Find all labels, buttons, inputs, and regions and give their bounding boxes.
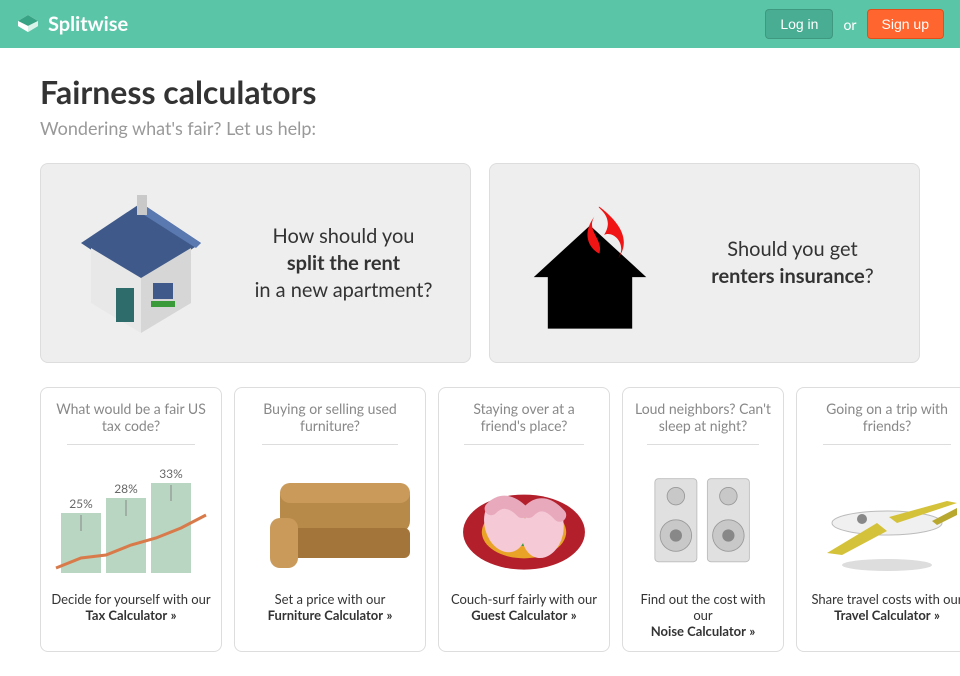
- speakers-icon: [633, 453, 773, 583]
- furniture-cta: Set a price with our Furniture Calculato…: [268, 591, 393, 623]
- guest-question: Staying over at a friend's place?: [449, 400, 599, 436]
- travel-cta: Share travel costs with our Travel Calcu…: [811, 591, 960, 623]
- house-fire-icon: [510, 183, 670, 343]
- tax-question: What would be a fair US tax code?: [51, 400, 211, 436]
- rent-bold: split the rent: [287, 251, 400, 275]
- guest-calculator-card[interactable]: Staying over at a friend's place? Couch-…: [438, 387, 610, 652]
- insurance-line1: Should you get: [727, 237, 857, 261]
- main-container: Fairness calculators Wondering what's fa…: [20, 48, 940, 676]
- house-icon: [61, 183, 221, 343]
- couch-icon: [245, 453, 415, 583]
- noise-lead: Find out the cost with our: [640, 591, 765, 623]
- rent-line3: in a new apartment?: [255, 278, 433, 302]
- furniture-calculator-card[interactable]: Buying or selling used furniture? Set a …: [234, 387, 426, 652]
- guest-arrow: »: [571, 607, 577, 623]
- page-subtitle: Wondering what's fair? Let us help:: [40, 117, 920, 139]
- noise-calculator-card[interactable]: Loud neighbors? Can't sleep at night? Fi…: [622, 387, 784, 652]
- noise-cta: Find out the cost with our Noise Calcula…: [633, 591, 773, 639]
- or-text: or: [843, 16, 856, 33]
- furniture-lead: Set a price with our: [275, 591, 386, 607]
- tax-lead: Decide for yourself with our: [51, 591, 210, 607]
- travel-question: Going on a trip with friends?: [807, 400, 960, 436]
- travel-calculator-card[interactable]: Going on a trip with friends? Share trav…: [796, 387, 960, 652]
- svg-text:28%: 28%: [114, 481, 138, 496]
- small-card-row: What would be a fair US tax code? 25% 28…: [40, 387, 920, 652]
- plane-icon: [807, 453, 960, 583]
- noise-name: Noise Calculator: [651, 623, 746, 639]
- big-card-row: How should you split the rent in a new a…: [40, 163, 920, 363]
- tax-name: Tax Calculator: [85, 607, 167, 623]
- guest-lead: Couch-surf fairly with our: [451, 591, 597, 607]
- login-button[interactable]: Log in: [765, 9, 833, 39]
- logo-icon: [16, 12, 40, 36]
- noise-arrow: »: [749, 623, 755, 639]
- rent-line1: How should you: [273, 224, 415, 248]
- tax-chart-icon: 25% 28% 33%: [51, 453, 211, 583]
- tax-cta: Decide for yourself with our Tax Calcula…: [51, 591, 210, 623]
- insurance-q: ?: [865, 264, 874, 288]
- topbar: Splitwise Log in or Sign up: [0, 0, 960, 48]
- tax-arrow: »: [171, 607, 177, 623]
- guest-name: Guest Calculator: [471, 607, 567, 623]
- brand[interactable]: Splitwise: [16, 12, 128, 36]
- travel-name: Travel Calculator: [834, 607, 931, 623]
- signup-button[interactable]: Sign up: [867, 9, 944, 39]
- page-title: Fairness calculators: [40, 72, 920, 111]
- travel-arrow: »: [934, 607, 940, 623]
- travel-lead: Share travel costs with our: [811, 591, 960, 607]
- brand-text: Splitwise: [48, 12, 128, 36]
- noise-question: Loud neighbors? Can't sleep at night?: [633, 400, 773, 436]
- rent-calculator-card[interactable]: How should you split the rent in a new a…: [40, 163, 471, 363]
- renters-insurance-card[interactable]: Should you get renters insurance?: [489, 163, 920, 363]
- furniture-question: Buying or selling used furniture?: [245, 400, 415, 436]
- rent-card-text: How should you split the rent in a new a…: [237, 223, 450, 304]
- furniture-name: Furniture Calculator: [268, 607, 384, 623]
- svg-text:25%: 25%: [69, 496, 93, 511]
- slippers-icon: [449, 453, 599, 583]
- insurance-card-text: Should you get renters insurance?: [686, 236, 899, 290]
- furniture-arrow: »: [386, 607, 392, 623]
- insurance-bold: renters insurance: [711, 264, 864, 288]
- svg-text:33%: 33%: [159, 466, 183, 481]
- tax-calculator-card[interactable]: What would be a fair US tax code? 25% 28…: [40, 387, 222, 652]
- guest-cta: Couch-surf fairly with our Guest Calcula…: [451, 591, 597, 623]
